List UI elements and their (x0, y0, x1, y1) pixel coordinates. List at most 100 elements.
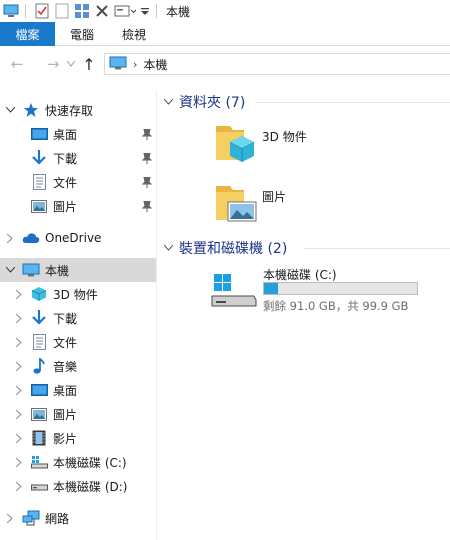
chevron-right-icon[interactable] (4, 506, 16, 530)
folder-tile-3d-objects[interactable]: 3D 物件 (214, 120, 444, 168)
tab-file[interactable]: 檔案 (0, 22, 55, 46)
sidebar-item-quick-access[interactable]: 快速存取 (0, 98, 156, 122)
sidebar-item-label: 音樂 (53, 359, 78, 374)
forward-button[interactable]: → (42, 53, 64, 75)
pictures-icon (30, 405, 48, 423)
windows-drive-icon (210, 270, 258, 313)
chevron-right-icon[interactable]: › (133, 58, 137, 71)
title-bar: 本機 (0, 0, 450, 22)
group-header-devices[interactable]: 裝置和磁碟機 (2) (163, 238, 450, 258)
up-button[interactable]: ↑ (78, 53, 100, 75)
properties-icon[interactable] (33, 2, 51, 20)
divider (256, 102, 450, 103)
sidebar-item-drive-d[interactable]: 本機磁碟 (D:) (0, 474, 156, 498)
rename-icon[interactable] (113, 2, 137, 20)
tab-view[interactable]: 檢視 (109, 22, 159, 46)
computer-icon[interactable] (2, 2, 20, 20)
desktop-icon (30, 125, 48, 143)
separator (25, 4, 26, 18)
sidebar-item-documents[interactable]: 文件 (0, 170, 156, 194)
star-icon (22, 101, 40, 119)
sidebar-item-label: 3D 物件 (53, 287, 98, 302)
document-icon (30, 173, 48, 191)
sidebar-item-downloads[interactable]: 下載 (0, 306, 156, 330)
folder-name: 3D 物件 (262, 130, 307, 144)
chevron-right-icon[interactable] (4, 226, 16, 250)
ribbon-tabs: 檔案 電腦 檢視 (0, 22, 450, 46)
navigation-pane: 快速存取 桌面 下載 文件 圖片 OneDrive 本機 3D 物件 下載 文件… (0, 90, 157, 540)
chevron-down-icon[interactable] (163, 97, 174, 108)
sidebar-item-network[interactable]: 網路 (0, 506, 156, 530)
drive-name: 本機磁碟 (C:) (263, 268, 337, 282)
sidebar-item-label: 快速存取 (45, 103, 94, 118)
back-button[interactable]: ← (6, 53, 28, 75)
sidebar-item-pictures[interactable]: 圖片 (0, 194, 156, 218)
sidebar-item-label: 下載 (53, 151, 78, 166)
navigation-bar: ← → ↑ › 本機 (0, 46, 450, 82)
chevron-right-icon[interactable] (13, 450, 25, 474)
pin-icon[interactable] (141, 152, 153, 164)
sidebar-item-documents[interactable]: 文件 (0, 330, 156, 354)
layout-icon[interactable] (73, 2, 91, 20)
sidebar-item-label: 網路 (45, 511, 70, 526)
folder-tile-pictures[interactable]: 圖片 (214, 180, 444, 228)
sidebar-item-music[interactable]: 音樂 (0, 354, 156, 378)
pin-icon[interactable] (141, 128, 153, 140)
cube-icon (30, 285, 48, 303)
chevron-down-icon[interactable] (4, 258, 16, 282)
sidebar-item-pictures[interactable]: 圖片 (0, 402, 156, 426)
sidebar-item-desktop[interactable]: 桌面 (0, 122, 156, 146)
download-arrow-icon (30, 309, 48, 327)
sidebar-item-label: 影片 (53, 431, 78, 446)
sidebar-item-label: 圖片 (53, 407, 78, 422)
sidebar-item-label: 本機磁碟 (C:) (53, 455, 127, 470)
drive-usage-fill (264, 283, 278, 294)
desktop-icon (30, 381, 48, 399)
tab-computer[interactable]: 電腦 (55, 22, 109, 46)
address-bar[interactable]: › 本機 (104, 53, 450, 75)
sidebar-item-label: OneDrive (45, 231, 102, 245)
sidebar-item-downloads[interactable]: 下載 (0, 146, 156, 170)
breadcrumb[interactable]: 本機 (143, 56, 167, 73)
chevron-down-icon[interactable] (163, 243, 174, 254)
content-pane: 資料夾 (7) 3D 物件 圖片 裝置和磁碟機 (2) 本機磁碟 (C:) 剩餘… (158, 82, 450, 540)
folder-name: 圖片 (262, 190, 287, 204)
chevron-right-icon[interactable] (13, 330, 25, 354)
new-item-icon[interactable] (53, 2, 71, 20)
chevron-right-icon[interactable] (13, 474, 25, 498)
chevron-right-icon[interactable] (13, 402, 25, 426)
sidebar-item-label: 桌面 (53, 127, 78, 142)
sidebar-item-this-pc[interactable]: 本機 (0, 258, 156, 282)
drive-usage-bar (263, 282, 418, 295)
group-header-folders[interactable]: 資料夾 (7) (163, 92, 450, 112)
music-note-icon (30, 357, 48, 375)
download-arrow-icon (30, 149, 48, 167)
recent-locations-button[interactable] (64, 53, 78, 75)
sidebar-item-label: 圖片 (53, 199, 78, 214)
computer-icon (22, 261, 40, 279)
customize-dropdown-icon[interactable] (139, 2, 151, 20)
pictures-icon (30, 197, 48, 215)
drive-icon (30, 477, 48, 495)
sidebar-item-3d-objects[interactable]: 3D 物件 (0, 282, 156, 306)
pictures-folder-icon (214, 180, 258, 227)
sidebar-item-label: 本機 (45, 263, 70, 278)
chevron-right-icon[interactable] (13, 282, 25, 306)
windows-drive-icon (30, 453, 48, 471)
film-icon (30, 429, 48, 447)
pin-icon[interactable] (141, 200, 153, 212)
drive-space: 剩餘 91.0 GB，共 99.9 GB (263, 299, 409, 313)
sidebar-item-videos[interactable]: 影片 (0, 426, 156, 450)
chevron-right-icon[interactable] (13, 354, 25, 378)
sidebar-item-onedrive[interactable]: OneDrive (0, 226, 156, 250)
chevron-right-icon[interactable] (13, 378, 25, 402)
sidebar-item-label: 下載 (53, 311, 78, 326)
sidebar-item-desktop[interactable]: 桌面 (0, 378, 156, 402)
chevron-right-icon[interactable] (13, 426, 25, 450)
delete-icon[interactable] (93, 2, 111, 20)
chevron-right-icon[interactable] (13, 306, 25, 330)
pin-icon[interactable] (141, 176, 153, 188)
sidebar-item-label: 文件 (53, 335, 78, 350)
chevron-down-icon[interactable] (4, 98, 16, 122)
sidebar-item-drive-c[interactable]: 本機磁碟 (C:) (0, 450, 156, 474)
